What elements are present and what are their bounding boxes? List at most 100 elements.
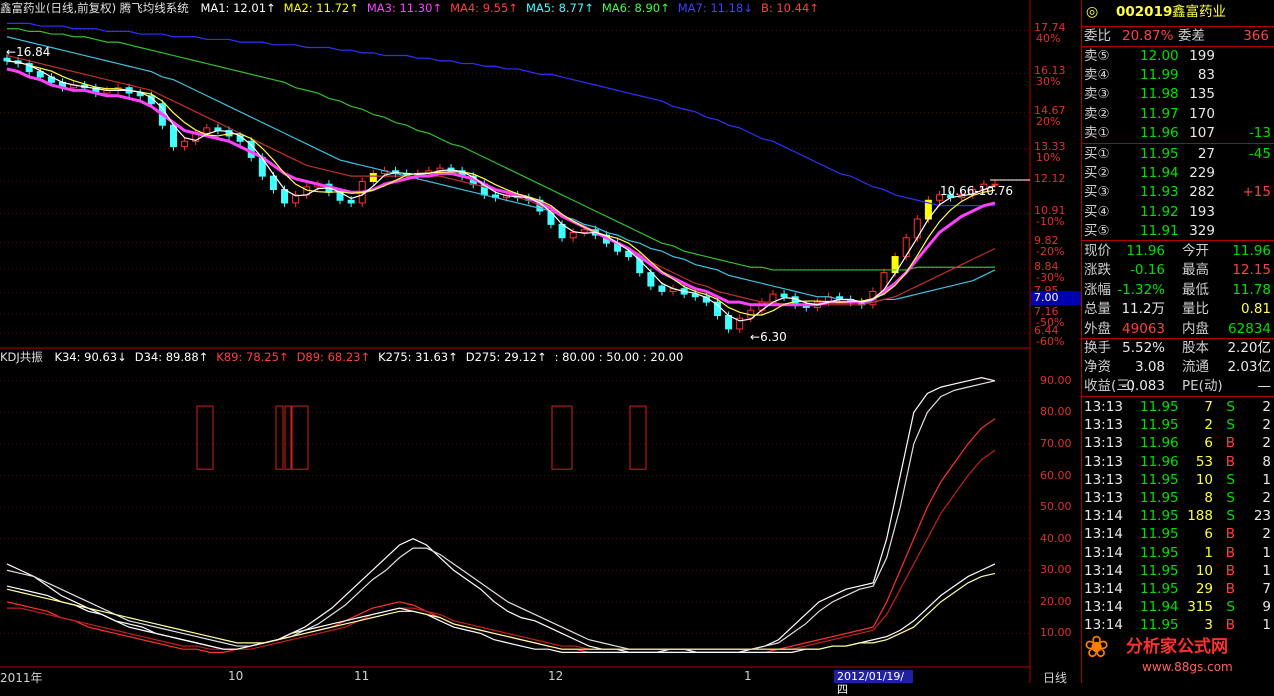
kdj-tick-label: 10.00 [1040,626,1072,640]
pct-tick-label: 30% [1036,75,1061,89]
cursor-date: 2012/01/19/四 [834,670,913,696]
bid-volume: 229 [1189,165,1215,182]
x-tick-label: 10 [228,669,244,683]
x-tick-label: 12 [548,669,564,683]
tick-volume: 2 [1204,417,1213,434]
period-label[interactable]: 日线 [1043,669,1067,686]
weicha-value: 366 [1243,28,1269,44]
kdj-legend-item: : 80.00 : 50.00 : 20.00 [554,350,684,364]
candle-body [181,140,189,148]
ma-legend-item: MA7: 11.18↓ [677,1,753,15]
tick-side: S [1226,417,1235,434]
signal-box [196,405,214,470]
tick-volume: 10 [1195,562,1213,579]
tick-row: 13:13 11.95 2 S 2 [1082,416,1274,435]
tick-volume: 29 [1195,581,1213,597]
ma-legend-item: MA4: 9.55↑ [450,1,518,15]
x-tick-label: 11 [354,669,370,683]
logo-icon: ❀ [1084,630,1110,665]
site-logo[interactable]: ❀ 分析家公式网 www.88gs.com [1082,630,1274,680]
signal-box [291,405,309,470]
logo-text: 分析家公式网 [1126,637,1228,657]
ma-legend-item: MA2: 11.72↑ [283,1,359,15]
tick-price: 11.95 [1140,544,1179,561]
fund-value: 2.20亿 [1227,340,1271,356]
tick-side: B [1225,453,1235,470]
quote-label: 总量 [1084,301,1111,318]
quote-value: 62834 [1228,320,1271,337]
bid-volume: 282 [1189,184,1215,201]
fund-label: PE(动) [1182,378,1223,394]
fund-value: — [1257,378,1272,394]
candle-body [580,229,588,233]
ma5-line [6,36,996,303]
kdj-legend-item: D34: 89.88↑ [134,350,209,364]
tick-count: 9 [1262,599,1271,616]
weicha-label: 委差 [1178,28,1205,44]
fund-value: 3.08 [1134,359,1165,375]
tick-volume: 53 [1195,453,1213,470]
kdj-legend-item: K275: 31.63↑ [378,350,458,364]
k89-line [6,418,996,653]
candle-body [203,127,211,134]
tick-time: 13:13 [1084,435,1123,452]
ask-price: 11.99 [1140,67,1179,84]
tick-count: 2 [1262,490,1271,506]
signal-box [284,405,292,470]
tick-side: B [1225,617,1235,634]
bid-change: +15 [1242,184,1272,201]
tick-time: 13:13 [1084,417,1123,434]
quote-value: 0.81 [1240,301,1271,318]
quote-row: 现价 11.96 今开 11.96 [1082,242,1274,261]
quote-label: 最高 [1182,262,1209,279]
tick-row: 13:14 11.95 1 B 1 [1082,544,1274,563]
quote-label: 最低 [1182,281,1209,298]
tick-time: 13:14 [1084,544,1123,561]
d34-line [6,380,996,650]
pct-tick-label: 40% [1036,32,1061,46]
bid-change: -45 [1248,146,1271,162]
tick-row: 13:14 11.95 3 B 1 [1082,616,1274,635]
bid-label: 买② [1084,165,1110,182]
fund-label: 换手 [1084,340,1111,356]
k34-line [6,377,996,653]
ask-price: 11.96 [1140,124,1179,141]
ask-price: 11.98 [1140,86,1179,103]
low-annotation: ←6.30 [750,330,787,344]
quote-label: 现价 [1084,243,1111,259]
tick-row: 13:14 11.95 6 B 2 [1082,525,1274,544]
chart-title: 鑫富药业(日线,前复权) 腾飞均线系统 [0,1,189,15]
pct-tick-label: 20% [1036,114,1061,128]
tick-volume: 6 [1204,435,1213,452]
tick-price: 11.96 [1140,435,1179,452]
logo-url: www.88gs.com [1142,660,1233,674]
tick-price: 11.95 [1140,471,1179,488]
bid-label: 买③ [1084,184,1110,201]
bid-price: 11.91 [1140,222,1179,239]
ask-change: -13 [1248,124,1271,141]
tick-side: B [1225,435,1235,452]
signal-box [629,405,647,470]
ma-legend-item: B: 10.44↑ [760,1,819,15]
tick-side: B [1225,562,1235,579]
tick-price: 11.96 [1140,453,1179,470]
ask-label: 卖③ [1084,86,1110,103]
quote-row: 总量 11.2万 量比 0.81 [1082,300,1274,319]
quote-value: 12.15 [1232,262,1271,279]
tick-count: 2 [1262,526,1271,543]
bid-volume: 329 [1189,222,1215,239]
low-label: 6.30 [760,330,787,344]
candle-body [658,285,666,292]
ask-volume: 199 [1189,48,1215,64]
kdj-legend-item: K34: 90.63↓ [54,350,127,364]
tick-volume: 1 [1204,544,1213,561]
tick-row: 13:14 11.95 188 S 23 [1082,507,1274,526]
candle-body [725,315,733,330]
price-tick-label: 14.67 [1034,103,1066,117]
tick-row: 13:13 11.96 6 B 2 [1082,434,1274,453]
stock-name: 鑫富药业 [1172,4,1226,20]
kdj-tick-label: 50.00 [1040,500,1072,514]
tick-volume: 7 [1204,399,1213,415]
bid-price: 11.95 [1140,146,1179,162]
cross-annotation: 10.66-10.76 [940,184,1014,198]
